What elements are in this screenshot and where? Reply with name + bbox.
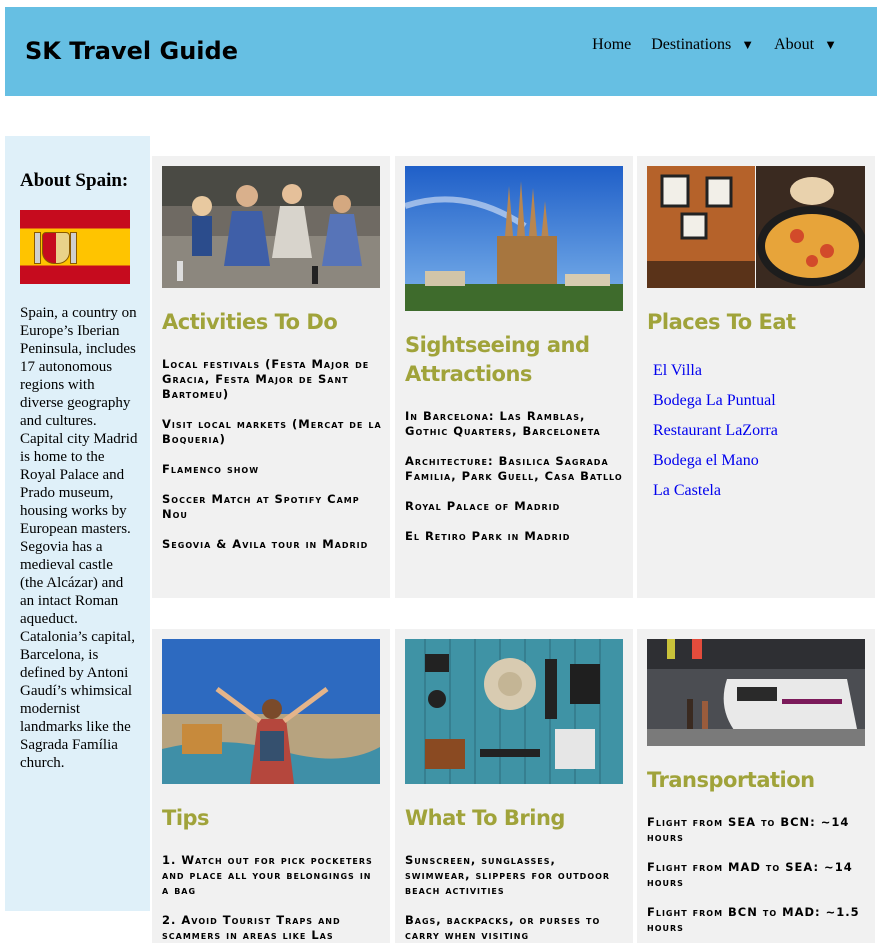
tips-list: 1. Watch out for pick pocketers and plac… <box>162 853 382 943</box>
list-item: El Villa <box>647 362 867 380</box>
nav-destinations-label[interactable]: Destinations <box>651 36 731 54</box>
restaurant-links: El Villa Bodega La Puntual Restaurant La… <box>647 362 867 512</box>
park-guell-photo <box>162 639 380 784</box>
transport-list: Flight from SEA to BCN: ~14 hours Flight… <box>647 815 867 943</box>
list-item: Bodega La Puntual <box>647 392 867 410</box>
bring-list: Sunscreen, sunglasses, swimwear, slipper… <box>405 853 625 943</box>
activities-list: Local festivals (Festa Major de Gracia, … <box>162 357 382 567</box>
card-sightseeing: Sightseeing and Attractions In Barcelona… <box>395 156 633 598</box>
card-title: Sightseeing and Attractions <box>405 333 590 386</box>
list-item: Flight from MAD to SEA: ~14 hours <box>647 860 853 889</box>
list-item: Architecture: Basilica Sagrada Familia, … <box>405 454 623 483</box>
list-item: Bags, backpacks, or purses to carry when… <box>405 913 601 942</box>
caret-down-icon[interactable]: ▼ <box>824 37 837 53</box>
card-activities: Activities To Do Local festivals (Festa … <box>152 156 390 598</box>
restaurant-link[interactable]: El Villa <box>653 362 702 379</box>
festival-photo <box>162 166 380 288</box>
card-title: Activities To Do <box>162 310 338 334</box>
list-item: 1. Watch out for pick pocketers and plac… <box>162 853 373 897</box>
travel-items-photo <box>405 639 623 784</box>
card-title: What To Bring <box>405 806 565 830</box>
sightseeing-list: In Barcelona: Las Ramblas, Gothic Quarte… <box>405 409 625 559</box>
card-eat: Places To Eat El Villa Bodega La Puntual… <box>637 156 875 598</box>
card-transport: Transportation Flight from SEA to BCN: ~… <box>637 629 875 943</box>
card-tips: Tips 1. Watch out for pick pocketers and… <box>152 629 390 943</box>
sidebar-title: About Spain: <box>20 170 129 191</box>
spain-flag-image <box>20 210 130 284</box>
list-item: El Retiro Park in Madrid <box>405 529 571 543</box>
list-item: Flamenco show <box>162 462 260 476</box>
list-item: 2. Avoid Tourist Traps and scammers in a… <box>162 913 341 942</box>
nav-home-label[interactable]: Home <box>592 36 631 54</box>
coat-of-arms-icon <box>42 232 70 264</box>
site-title[interactable]: SK Travel Guide <box>25 37 238 65</box>
card-title: Places To Eat <box>647 310 796 334</box>
list-item: Flight from BCN to MAD: ~1.5 hours <box>647 905 860 934</box>
list-item: La Castela <box>647 482 867 500</box>
train-station-photo <box>647 639 865 746</box>
list-item: Local festivals (Festa Major de Gracia, … <box>162 357 370 401</box>
nav-about[interactable]: About ▼ <box>774 36 837 54</box>
restaurant-link[interactable]: Restaurant LaZorra <box>653 422 778 439</box>
list-item: Bodega el Mano <box>647 452 867 470</box>
list-item: Flight from SEA to BCN: ~14 hours <box>647 815 850 844</box>
sidebar-description: Spain, a country on Europe’s Iberian Pen… <box>20 305 138 771</box>
card-title: Transportation <box>647 768 815 792</box>
card-bring: What To Bring Sunscreen, sunglasses, swi… <box>395 629 633 943</box>
restaurant-link[interactable]: La Castela <box>653 482 721 499</box>
list-item: In Barcelona: Las Ramblas, Gothic Quarte… <box>405 409 601 438</box>
list-item: Royal Palace of Madrid <box>405 499 561 513</box>
flag-pillar-right <box>70 232 77 264</box>
list-item: Visit local markets (Mercat de la Boquer… <box>162 417 382 446</box>
list-item: Segovia & Avila tour in Madrid <box>162 537 369 551</box>
site-header: SK Travel Guide Home Destinations ▼ Abou… <box>5 7 877 96</box>
sagrada-familia-photo <box>405 166 623 311</box>
caret-down-icon[interactable]: ▼ <box>741 37 754 53</box>
list-item: Soccer Match at Spotify Camp Nou <box>162 492 360 521</box>
nav-about-label[interactable]: About <box>774 36 814 54</box>
list-item: Sunscreen, sunglasses, swimwear, slipper… <box>405 853 611 897</box>
list-item: Restaurant LaZorra <box>647 422 867 440</box>
card-title: Tips <box>162 806 210 830</box>
restaurant-link[interactable]: Bodega el Mano <box>653 452 759 469</box>
restaurant-link[interactable]: Bodega La Puntual <box>653 392 776 409</box>
main-nav: Home Destinations ▼ About ▼ <box>592 36 837 54</box>
restaurant-photo <box>647 166 865 288</box>
nav-home[interactable]: Home <box>592 36 631 54</box>
about-sidebar: About Spain: Spain, a country on Europe’… <box>5 136 150 911</box>
flag-pillar-left <box>34 232 41 264</box>
nav-destinations[interactable]: Destinations ▼ <box>651 36 754 54</box>
